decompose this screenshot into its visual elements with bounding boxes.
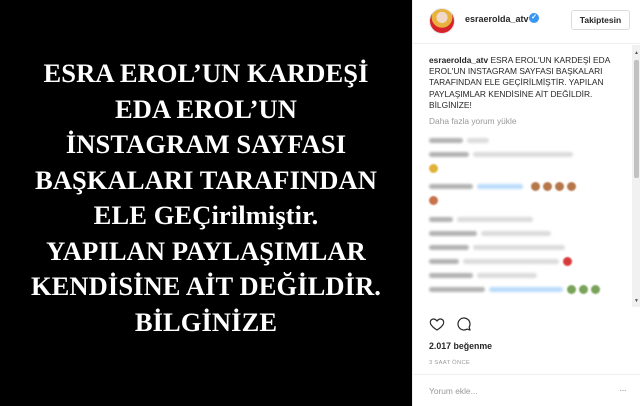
comments-area: esraerolda_atv ESRA EROL'UN KARDEŞİ EDA … [413, 45, 633, 307]
add-comment-input[interactable] [429, 384, 619, 398]
post-timestamp: 3 SAAT ÖNCE [429, 360, 471, 366]
blurred-comment [429, 149, 633, 160]
heart-icon[interactable] [429, 316, 445, 332]
scrollbar-thumb[interactable] [634, 60, 639, 178]
blurred-comment [429, 228, 633, 239]
avatar[interactable] [429, 8, 455, 34]
post-header: esraerolda_atv ✓ Takiptesin [413, 0, 640, 44]
caption: esraerolda_atv ESRA EROL'UN KARDEŞİ EDA … [429, 55, 611, 111]
blurred-comment [429, 181, 633, 192]
blurred-comment [429, 256, 633, 267]
blurred-comment [429, 163, 633, 174]
header-username[interactable]: esraerolda_atv [465, 14, 529, 24]
image-line: EDA EROL’UN [115, 93, 297, 124]
image-line: YAPILAN PAYLAŞIMLAR [46, 235, 366, 266]
post-image-text: ESRA EROL’UN KARDEŞİ EDA EROL’UN İNSTAGR… [31, 56, 381, 340]
image-line: BAŞKALARI TARAFINDAN [35, 164, 377, 195]
blurred-comment [429, 135, 633, 146]
post-side-panel: esraerolda_atv ✓ Takiptesin esraerolda_a… [412, 0, 640, 406]
verified-badge-icon: ✓ [529, 13, 539, 23]
more-options-icon[interactable]: ··· [619, 385, 627, 396]
following-button[interactable]: Takiptesin [571, 10, 630, 30]
blurred-comment [429, 284, 633, 295]
image-line: ELE GEÇirilmiştir. [93, 200, 319, 230]
comment-bubble-icon[interactable] [456, 316, 472, 332]
scroll-down-arrow-icon[interactable]: ▼ [634, 298, 639, 304]
image-line: ESRA EROL’UN KARDEŞİ [43, 58, 369, 88]
scroll-up-arrow-icon[interactable]: ▲ [634, 50, 639, 56]
likes-count[interactable]: 2.017 beğenme [429, 341, 492, 351]
image-line: KENDİSİNE AİT DEĞİLDİR. [30, 271, 382, 301]
post-actions [413, 310, 640, 332]
blurred-comment [429, 195, 633, 206]
blurred-comment [429, 214, 633, 225]
comment-box: ··· [413, 374, 640, 406]
post-image[interactable]: ESRA EROL’UN KARDEŞİ EDA EROL’UN İNSTAGR… [0, 0, 412, 406]
image-line: İNSTAGRAM SAYFASI [65, 129, 347, 159]
blurred-comment [429, 242, 633, 253]
caption-username[interactable]: esraerolda_atv [429, 55, 488, 65]
image-line: BİLGİNİZE [134, 306, 278, 337]
blurred-comment [429, 270, 633, 281]
load-more-comments-link[interactable]: Daha fazla yorum yükle [429, 116, 633, 126]
